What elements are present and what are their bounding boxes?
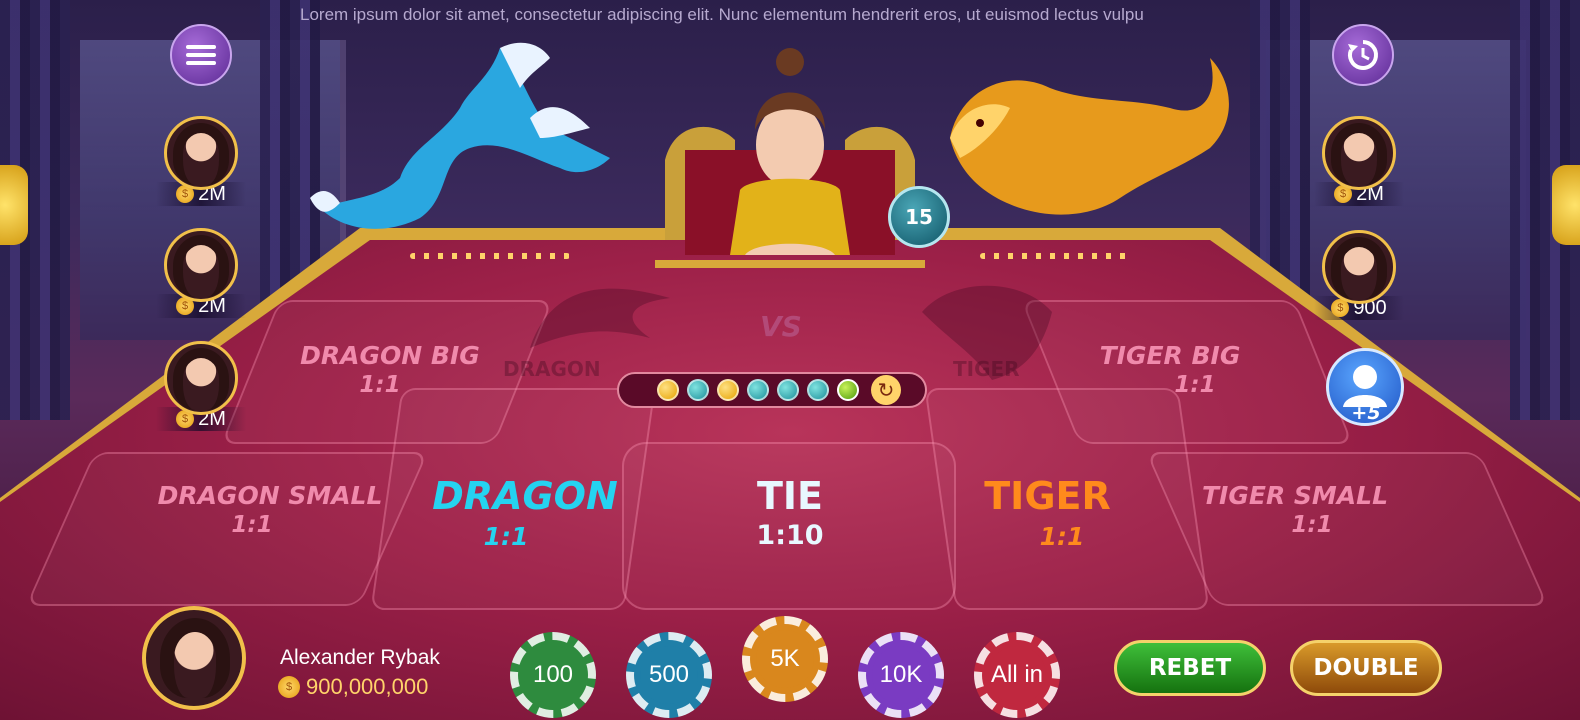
dealer-character bbox=[655, 48, 925, 268]
tiger-character bbox=[950, 58, 1229, 215]
countdown-timer: 15 bbox=[888, 186, 950, 248]
more-players-count: +5 bbox=[1351, 402, 1381, 424]
chip-10k[interactable]: 10K bbox=[858, 632, 944, 718]
chip-label: 100 bbox=[524, 646, 582, 704]
self-balance-value: 900,000,000 bbox=[306, 674, 429, 699]
rim-lights-left bbox=[410, 253, 570, 259]
chip-label: 10K bbox=[872, 646, 930, 704]
road-bead bbox=[777, 379, 799, 401]
dragon-character bbox=[310, 42, 610, 229]
tiger-emblem-text: TIGER bbox=[953, 357, 1020, 381]
player-seat[interactable]: $2M bbox=[156, 228, 246, 318]
tie-bet-label: TIE bbox=[756, 474, 824, 518]
chip-100[interactable]: 100 bbox=[510, 632, 596, 718]
dragon-emblem-icon bbox=[530, 288, 670, 348]
right-lamp bbox=[1552, 165, 1580, 245]
avatar bbox=[164, 116, 238, 190]
dragon-small-odds: 1:1 bbox=[231, 512, 273, 538]
coin-icon: $ bbox=[278, 676, 300, 698]
double-button[interactable]: DOUBLE bbox=[1290, 640, 1442, 696]
left-lamp bbox=[0, 165, 28, 245]
tiger-small-odds: 1:1 bbox=[1291, 512, 1333, 538]
history-button[interactable] bbox=[1332, 24, 1394, 86]
road-bead bbox=[717, 379, 739, 401]
self-avatar[interactable] bbox=[142, 606, 246, 710]
chip-500[interactable]: 500 bbox=[626, 632, 712, 718]
dragon-small-label: DRAGON SMALL bbox=[157, 481, 383, 510]
announcement-marquee: Lorem ipsum dolor sit amet, consectetur … bbox=[300, 5, 1144, 24]
menu-button[interactable] bbox=[170, 24, 232, 86]
vs-label: VS bbox=[760, 310, 802, 343]
dragon-bet-odds: 1:1 bbox=[483, 522, 529, 551]
tiger-bet-label: TIGER bbox=[984, 474, 1111, 518]
road-bead bbox=[657, 379, 679, 401]
road-history-icon[interactable]: ↻ bbox=[871, 375, 901, 405]
road-bead bbox=[687, 379, 709, 401]
tiger-bet-odds: 1:1 bbox=[1039, 522, 1085, 551]
tie-bet-odds: 1:10 bbox=[756, 520, 824, 551]
chip-label: All in bbox=[988, 646, 1046, 704]
menu-icon bbox=[186, 45, 216, 65]
self-name: Alexander Rybak bbox=[280, 646, 440, 669]
dragon-bet-label: DRAGON bbox=[432, 474, 618, 518]
player-seat[interactable]: $900 bbox=[1314, 230, 1404, 320]
chip-all-in[interactable]: All in bbox=[974, 632, 1060, 718]
self-balance: $ 900,000,000 bbox=[278, 674, 428, 700]
player-seat[interactable]: $2M bbox=[156, 341, 246, 431]
tiger-big-label: TIGER BIG bbox=[1099, 341, 1241, 370]
history-icon bbox=[1348, 40, 1378, 70]
avatar bbox=[1322, 230, 1396, 304]
player-seat[interactable]: $2M bbox=[156, 116, 246, 206]
road-bead bbox=[807, 379, 829, 401]
road-bead bbox=[837, 379, 859, 401]
avatar bbox=[1322, 116, 1396, 190]
rebet-button[interactable]: REBET bbox=[1114, 640, 1266, 696]
avatar bbox=[164, 341, 238, 415]
dragon-emblem-text: DRAGON bbox=[503, 357, 601, 381]
road-bead bbox=[747, 379, 769, 401]
player-seat[interactable]: $2M bbox=[1314, 116, 1404, 206]
chip-5k[interactable]: 5K bbox=[742, 616, 828, 702]
chip-label: 500 bbox=[640, 646, 698, 704]
tiger-small-label: TIGER SMALL bbox=[1202, 481, 1388, 510]
result-road[interactable]: ↻ bbox=[617, 372, 927, 408]
dragon-big-label: DRAGON BIG bbox=[300, 341, 480, 370]
avatar bbox=[164, 228, 238, 302]
rim-lights-right bbox=[980, 253, 1130, 259]
chip-label: 5K bbox=[756, 630, 814, 688]
